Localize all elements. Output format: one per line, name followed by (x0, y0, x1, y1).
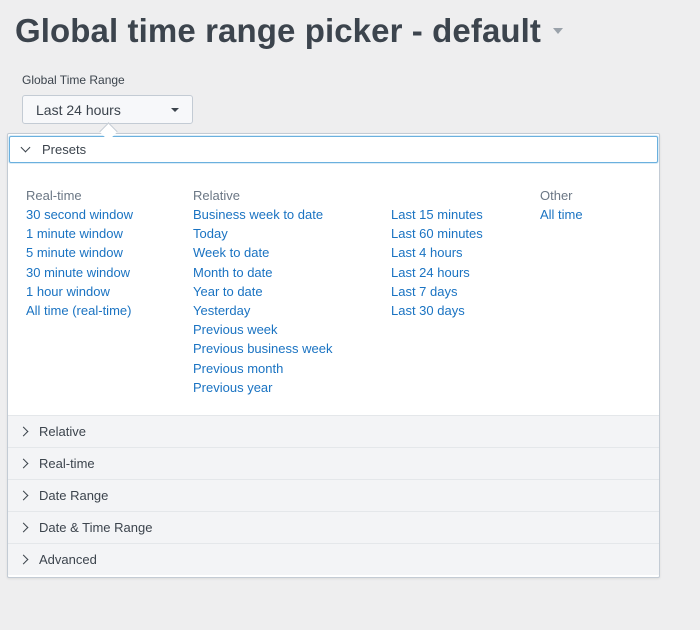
other-column: Other All time (540, 186, 583, 224)
preset-link[interactable]: Year to date (193, 282, 332, 301)
preset-link[interactable]: Previous business week (193, 339, 332, 358)
chevron-down-icon (20, 142, 31, 153)
section-relative[interactable]: Relative (8, 415, 659, 447)
section-date-range[interactable]: Date Range (8, 479, 659, 511)
preset-link[interactable]: Last 15 minutes (391, 205, 483, 224)
preset-link[interactable]: 1 minute window (26, 224, 133, 243)
chevron-right-icon (18, 522, 29, 533)
realtime-column: Real-time 30 second window 1 minute wind… (26, 186, 133, 320)
time-range-dropdown[interactable]: Last 24 hours (22, 95, 193, 124)
section-label: Real-time (39, 456, 95, 471)
presets-accordion-header[interactable]: Presets (9, 136, 658, 163)
time-range-popover: Presets Real-time 30 second window 1 min… (7, 133, 660, 578)
realtime-heading: Real-time (26, 188, 82, 203)
preset-link[interactable]: All time (real-time) (26, 301, 133, 320)
chevron-right-icon (18, 458, 29, 469)
preset-link[interactable]: 30 minute window (26, 263, 133, 282)
title-caret-down-icon[interactable] (553, 28, 564, 34)
preset-link[interactable]: Previous month (193, 359, 332, 378)
section-label: Relative (39, 424, 86, 439)
accordion-sections: Relative Real-time Date Range Date & Tim… (8, 415, 659, 575)
preset-link[interactable]: Last 30 days (391, 301, 483, 320)
preset-link[interactable]: Previous year (193, 378, 332, 397)
page-title: Global time range picker - default (15, 12, 542, 49)
presets-label: Presets (42, 142, 87, 157)
preset-link[interactable]: Last 4 hours (391, 243, 483, 262)
preset-link[interactable]: 30 second window (26, 205, 133, 224)
preset-link[interactable]: Previous week (193, 320, 332, 339)
preset-link[interactable]: 1 hour window (26, 282, 133, 301)
preset-link[interactable]: Yesterday (193, 301, 332, 320)
chevron-right-icon (18, 426, 29, 437)
preset-link[interactable]: 5 minute window (26, 243, 133, 262)
relative-column: Relative Business week to date Today Wee… (193, 186, 332, 397)
preset-link[interactable]: Week to date (193, 243, 332, 262)
title-row: Global time range picker - default (15, 8, 564, 54)
last-heading-spacer (391, 186, 483, 205)
other-heading: Other (540, 188, 573, 203)
preset-link[interactable]: Month to date (193, 263, 332, 282)
preset-link[interactable]: Last 24 hours (391, 263, 483, 282)
section-advanced[interactable]: Advanced (8, 543, 659, 575)
chevron-right-icon (18, 554, 29, 565)
preset-link[interactable]: Last 60 minutes (391, 224, 483, 243)
last-column: Last 15 minutes Last 60 minutes Last 4 h… (391, 186, 483, 320)
preset-link[interactable]: All time (540, 205, 583, 224)
time-range-selected-value: Last 24 hours (36, 101, 121, 118)
preset-link[interactable]: Business week to date (193, 205, 332, 224)
section-label: Date Range (39, 488, 109, 503)
section-date-time-range[interactable]: Date & Time Range (8, 511, 659, 543)
preset-link[interactable]: Today (193, 224, 332, 243)
section-realtime[interactable]: Real-time (8, 447, 659, 479)
relative-heading: Relative (193, 188, 240, 203)
chevron-right-icon (18, 490, 29, 501)
section-label: Advanced (39, 552, 97, 567)
preset-link[interactable]: Last 7 days (391, 282, 483, 301)
time-range-label: Global Time Range (22, 73, 125, 87)
caret-down-icon (171, 108, 179, 112)
section-label: Date & Time Range (39, 520, 153, 535)
